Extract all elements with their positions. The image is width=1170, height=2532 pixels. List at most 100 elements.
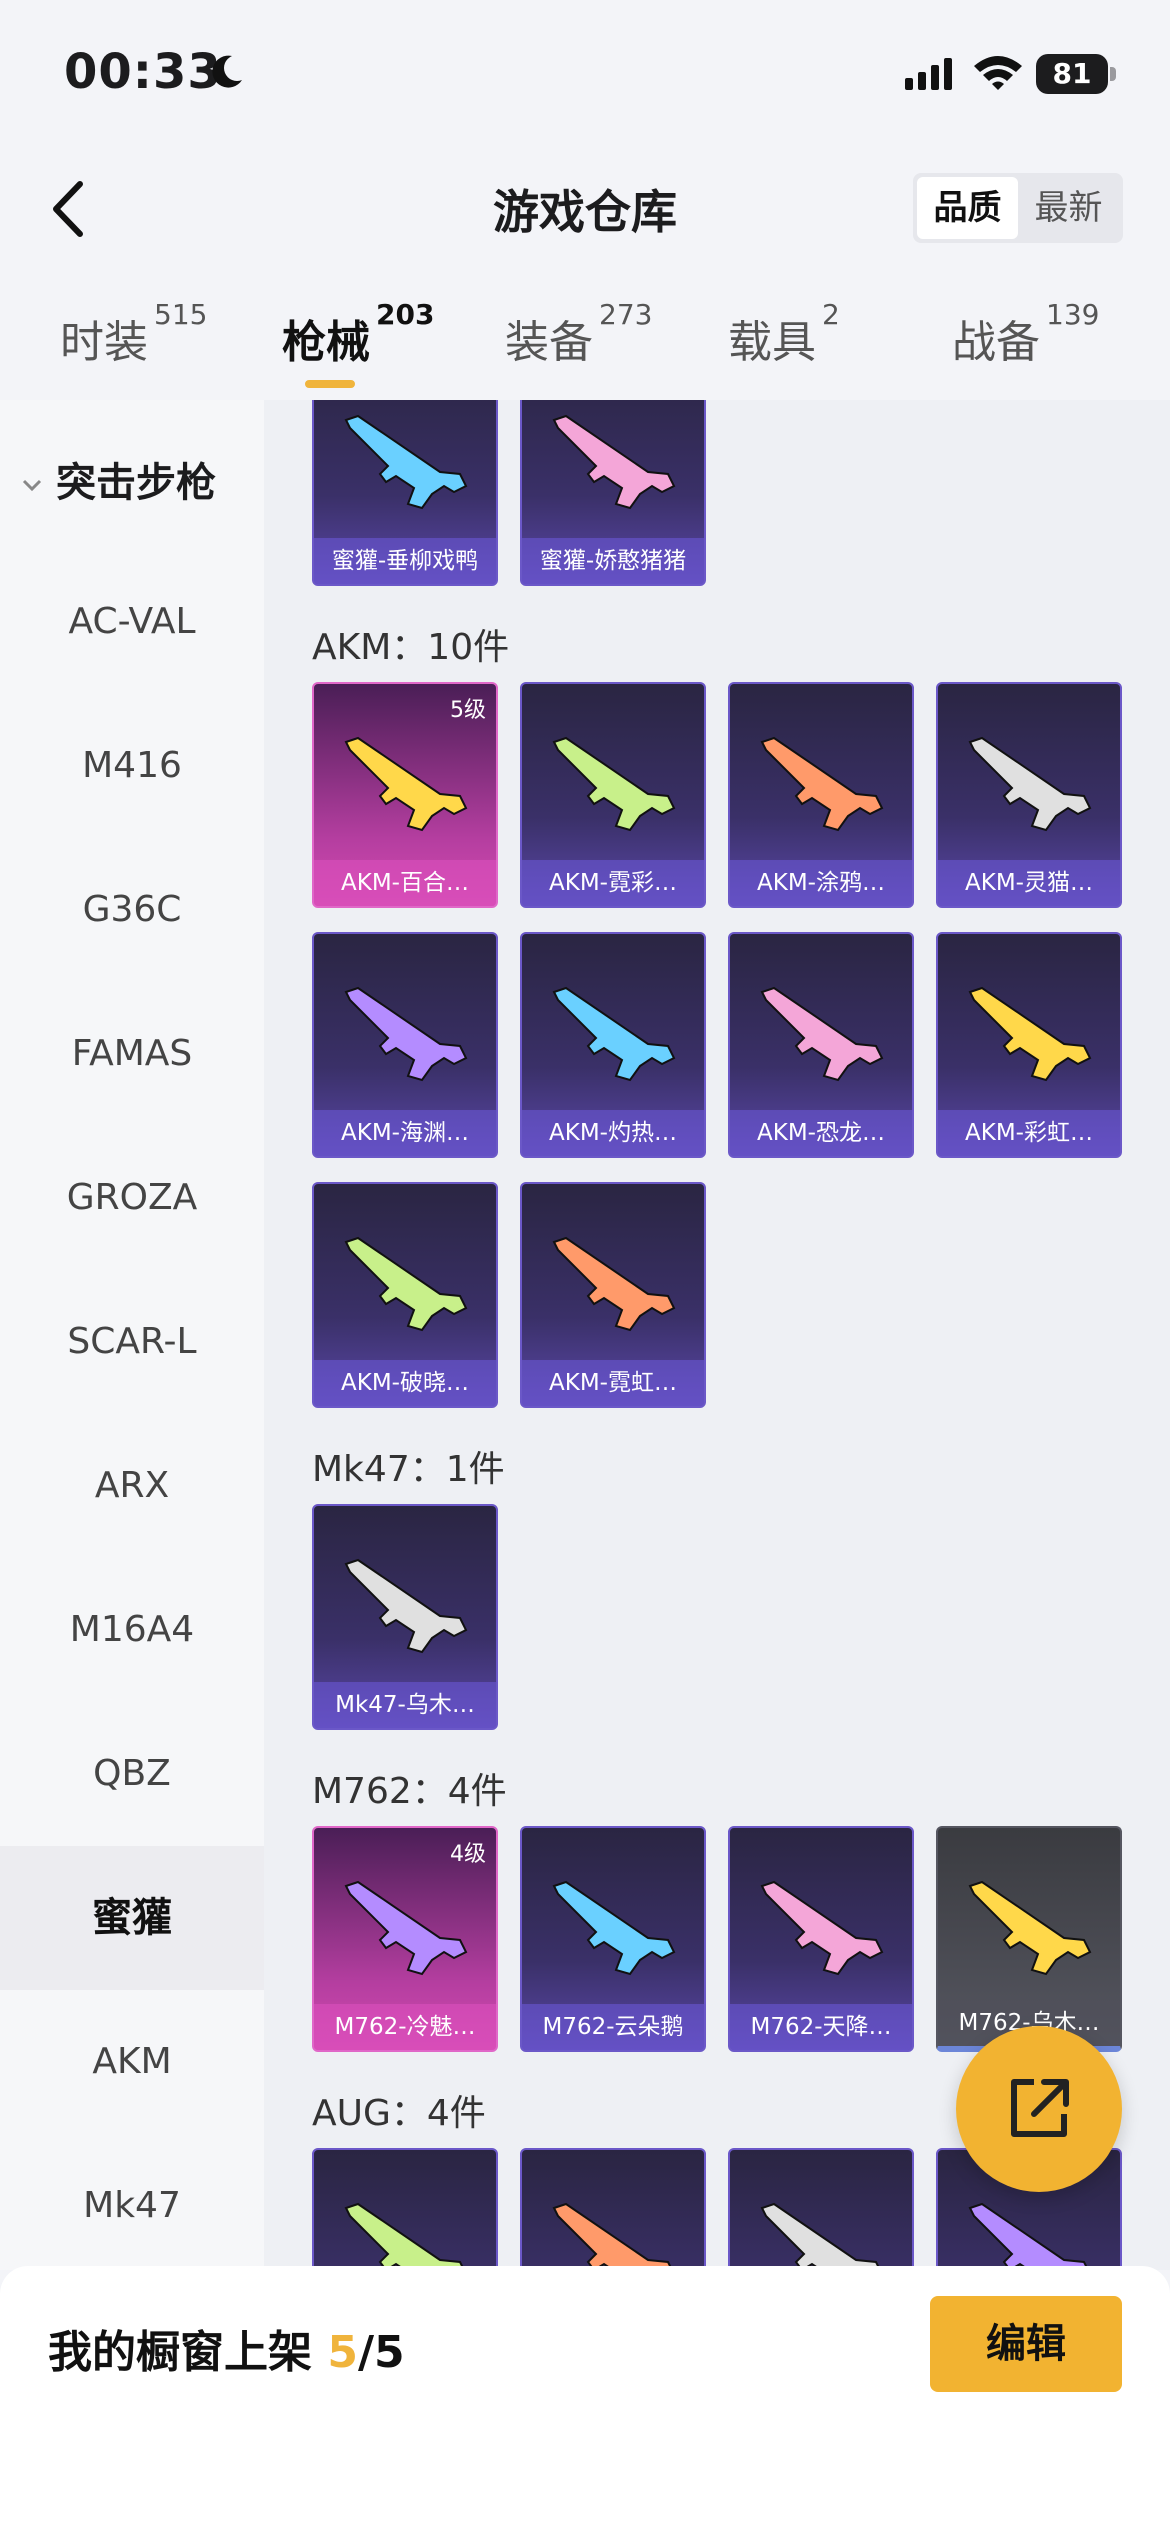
weapon-name: AKM-彩虹… — [938, 1110, 1120, 1156]
weapon-card[interactable]: AKM-霓彩… — [520, 682, 706, 908]
gun-image — [344, 1880, 468, 1976]
weapon-name: AKM-破晓… — [314, 1360, 496, 1406]
sidebar-item-mk47[interactable]: Mk47 — [0, 2134, 264, 2278]
weapon-card[interactable]: AKM-恐龙… — [728, 932, 914, 1158]
level-badge: 5级 — [450, 698, 486, 723]
gun-image — [760, 736, 884, 832]
weapon-name: Mk47-乌木… — [314, 1682, 496, 1728]
sidebar-item-scar-l[interactable]: SCAR-L — [0, 1270, 264, 1414]
weapon-name: AKM-霓虹… — [522, 1360, 704, 1406]
weapon-name: AKM-百合… — [314, 860, 496, 906]
gun-image — [760, 1880, 884, 1976]
group-title: Mk47：1件 — [312, 1449, 505, 1490]
battery-level: 81 — [1036, 54, 1108, 94]
gun-image — [552, 1236, 676, 1332]
weapon-card[interactable]: 5级 AKM-百合… — [312, 682, 498, 908]
weapon-card[interactable]: AKM-涂鸦… — [728, 682, 914, 908]
weapon-card[interactable]: AKM-灵猫… — [936, 682, 1122, 908]
weapon-name: M762-冷魅… — [314, 2004, 496, 2050]
tab-equipment[interactable]: 装备273 — [505, 298, 652, 370]
weapon-card[interactable]: AUG-异域银装 — [520, 2148, 706, 2270]
sidebar-item-m416[interactable]: M416 — [0, 694, 264, 838]
weapon-card[interactable]: AKM-破晓… — [312, 1182, 498, 1408]
moon-icon — [212, 55, 242, 88]
group-title: AKM：10件 — [312, 627, 510, 668]
weapon-card[interactable]: AUG-天降萌叽 — [728, 2148, 914, 2270]
weapon-card[interactable]: AKM-霓虹… — [520, 1182, 706, 1408]
sidebar-item-g36c[interactable]: G36C — [0, 838, 264, 982]
weapon-card[interactable]: AKM-彩虹… — [936, 932, 1122, 1158]
edit-button[interactable]: 编辑 — [930, 2296, 1122, 2392]
sidebar-header[interactable]: 突击步枪 — [20, 450, 216, 508]
group-title: AUG：4件 — [312, 2093, 486, 2134]
share-icon — [1011, 2079, 1069, 2137]
battery-icon: 81 — [1036, 54, 1116, 94]
weapon-name: AKM-霓彩… — [522, 860, 704, 906]
weapon-card[interactable]: 4级 M762-冷魅… — [312, 1826, 498, 2052]
gun-image — [968, 1880, 1092, 1976]
weapon-card[interactable]: 蜜獾-娇憨猪猪 — [520, 400, 706, 586]
wifi-icon — [974, 56, 1022, 90]
sort-toggle: 品质 最新 — [913, 173, 1123, 243]
weapon-name: AKM-灵猫… — [938, 860, 1120, 906]
sidebar-item-groza[interactable]: GROZA — [0, 1126, 264, 1270]
weapon-name: AKM-灼热… — [522, 1110, 704, 1156]
signal-icon — [905, 58, 952, 90]
category-tabs: 时装515 枪械203 装备273 载具2 战备139 — [0, 298, 1170, 400]
chevron-down-icon — [22, 479, 42, 492]
tab-guns[interactable]: 枪械203 — [282, 298, 434, 370]
gun-image — [968, 2202, 1090, 2270]
weapon-card[interactable]: M762-乌木… — [936, 1826, 1122, 2052]
sidebar-item-qbz[interactable]: QBZ — [0, 1702, 264, 1846]
gun-image — [344, 2202, 466, 2270]
share-button[interactable] — [956, 2026, 1122, 2192]
gun-image — [552, 736, 676, 832]
gun-image — [760, 2202, 882, 2270]
gun-image — [552, 2202, 674, 2270]
showcase-bar: 我的橱窗上架 5/5 编辑 — [0, 2266, 1170, 2532]
nav-bar: 游戏仓库 品质 最新 — [0, 150, 1170, 270]
weapon-card[interactable]: Mk47-乌木… — [312, 1504, 498, 1730]
sidebar-item-akm[interactable]: AKM — [0, 1990, 264, 2134]
sidebar-item-honey-badger[interactable]: 蜜獾 — [0, 1846, 264, 1990]
weapon-card[interactable]: AKM-海渊… — [312, 932, 498, 1158]
weapon-name: M762-天降… — [730, 2004, 912, 2050]
gun-image — [344, 414, 468, 510]
weapon-card[interactable]: M762-云朵鹅 — [520, 1826, 706, 2052]
gun-image — [552, 414, 676, 510]
sidebar-item-ac-val[interactable]: AC-VAL — [0, 550, 264, 694]
status-bar: 00:33 81 — [0, 0, 1170, 150]
sidebar-item-m16a4[interactable]: M16A4 — [0, 1558, 264, 1702]
sidebar-item-famas[interactable]: FAMAS — [0, 982, 264, 1126]
weapon-name: 蜜獾-垂柳戏鸭 — [314, 538, 496, 584]
weapon-card[interactable]: AKM-灼热… — [520, 932, 706, 1158]
weapon-type-sidebar: 突击步枪 AC-VAL M416 G36C FAMAS GROZA SCAR-L… — [0, 400, 264, 2270]
gun-image — [968, 986, 1092, 1082]
weapon-name: AKM-恐龙… — [730, 1110, 912, 1156]
weapon-card[interactable]: AUG-幻影战神 — [312, 2148, 498, 2270]
weapon-name: AKM-海渊… — [314, 1110, 496, 1156]
weapon-card[interactable]: 蜜獾-垂柳戏鸭 — [312, 400, 498, 586]
gun-image — [552, 1880, 676, 1976]
tab-supplies[interactable]: 战备139 — [952, 298, 1099, 370]
weapon-name: AKM-涂鸦… — [730, 860, 912, 906]
weapon-name: M762-云朵鹅 — [522, 2004, 704, 2050]
gun-image — [552, 986, 676, 1082]
gun-image — [760, 986, 884, 1082]
gun-image — [344, 1558, 468, 1654]
status-time: 00:33 — [64, 44, 222, 100]
gun-image — [344, 986, 468, 1082]
sort-quality-button[interactable]: 品质 — [917, 177, 1018, 239]
weapon-card[interactable]: M762-天降… — [728, 1826, 914, 2052]
weapon-grid: 蜜獾-垂柳戏鸭 蜜獾-娇憨猪猪 AKM：10件 5级 AKM-百合… AKM-霓彩… AKM… — [264, 400, 1170, 2270]
gun-image — [344, 1236, 468, 1332]
level-badge: 4级 — [450, 1842, 486, 1867]
showcase-status: 我的橱窗上架 5/5 — [48, 2327, 405, 2378]
sidebar-item-arx[interactable]: ARX — [0, 1414, 264, 1558]
weapon-name: 蜜獾-娇憨猪猪 — [522, 538, 704, 584]
gun-image — [344, 736, 468, 832]
tab-fashion[interactable]: 时装515 — [60, 298, 207, 370]
sort-newest-button[interactable]: 最新 — [1018, 177, 1119, 239]
active-tab-indicator — [305, 380, 355, 388]
tab-vehicles[interactable]: 载具2 — [728, 298, 840, 370]
